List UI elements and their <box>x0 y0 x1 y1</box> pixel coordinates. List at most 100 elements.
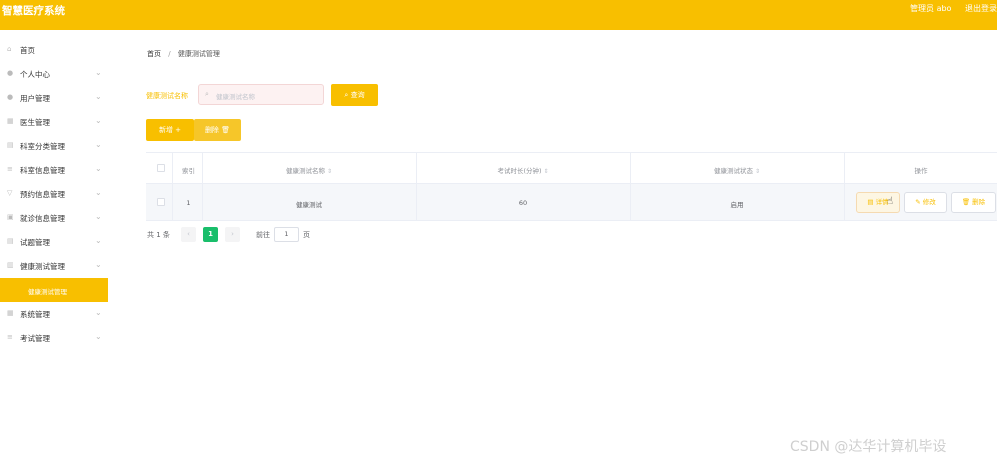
doc-icon: ▤ <box>7 141 14 149</box>
pagination-total: 共 1 条 <box>147 231 170 239</box>
add-button-label: 新增 <box>158 126 173 134</box>
sort-icon[interactable]: ⇕ <box>755 168 760 175</box>
sidebar-item-label: 就诊信息管理 <box>20 214 65 223</box>
delete-button[interactable]: 删除 🗑 <box>194 119 241 141</box>
doc-icon: ▤ <box>867 198 874 206</box>
sidebar-item-personal-center[interactable]: ● 个人中心 ⌄ <box>0 62 108 86</box>
select-all-checkbox[interactable] <box>157 164 165 172</box>
sidebar-item-health-test-group[interactable]: ▥ 健康测试管理 ⌄ <box>0 254 108 278</box>
sidebar-item-label: 医生管理 <box>20 118 50 127</box>
sidebar-item-department-info[interactable]: ≡ 科室信息管理 ⌄ <box>0 158 108 182</box>
column-divider <box>172 153 173 221</box>
chevron-down-icon: ⌄ <box>95 332 102 341</box>
chevron-down-icon: ⌄ <box>95 68 102 77</box>
row-name: 健康测试 <box>296 201 322 209</box>
sidebar-item-question-bank[interactable]: ▤ 试题管理 ⌄ <box>0 230 108 254</box>
edit-icon: ✎ <box>915 198 921 206</box>
column-operations: 操作 <box>914 167 928 175</box>
search-input[interactable]: ⌕ 健康测试名称 <box>198 84 324 105</box>
user-area: 管理员 abo 退出登录 <box>899 3 997 14</box>
row-checkbox[interactable] <box>157 198 165 206</box>
sidebar-item-health-test-active[interactable]: 健康测试管理 <box>0 278 108 302</box>
calendar-icon: ▣ <box>7 213 14 221</box>
watermark: CSDN @达华计算机毕设 <box>790 439 947 455</box>
sidebar-item-label: 个人中心 <box>20 70 50 79</box>
sidebar-item-label: 系统管理 <box>20 310 50 319</box>
app-title: 智慧医疗系统 <box>2 5 65 17</box>
column-divider <box>202 153 203 221</box>
chevron-down-icon: ⌄ <box>95 212 102 221</box>
trash-icon: 🗑 <box>221 126 231 134</box>
sidebar-item-label: 首页 <box>20 46 35 55</box>
sidebar-item-home[interactable]: ⌂ 首页 <box>0 38 108 62</box>
search-icon: ⌕ <box>205 90 209 98</box>
sidebar-item-visit-info[interactable]: ▣ 就诊信息管理 ⌄ <box>0 206 108 230</box>
column-divider <box>844 153 845 221</box>
list-icon: ≡ <box>7 165 13 173</box>
home-icon: ⌂ <box>7 45 12 53</box>
sidebar-item-label: 考试管理 <box>20 334 50 343</box>
grid-icon: ▦ <box>7 117 14 125</box>
column-status-label: 健康测试状态 <box>713 167 753 175</box>
sidebar-item-appointment[interactable]: ▽ 预约信息管理 ⌄ <box>0 182 108 206</box>
search-placeholder: 健康测试名称 <box>216 93 255 101</box>
chevron-down-icon: ⌄ <box>95 164 102 173</box>
chevron-down-icon: ⌄ <box>95 188 102 197</box>
breadcrumb-current: 健康测试管理 <box>177 50 220 58</box>
column-duration-label: 考试时长(分钟) <box>497 167 542 175</box>
next-page-button[interactable]: › <box>225 227 240 242</box>
remove-button[interactable]: 🗑 删除 <box>951 192 996 213</box>
sort-icon[interactable]: ⇕ <box>327 168 332 175</box>
sort-icon[interactable]: ⇕ <box>544 168 549 175</box>
column-status[interactable]: 健康测试状态 ⇕ <box>631 165 843 175</box>
logout-button[interactable]: 退出登录 <box>965 4 997 13</box>
data-table: 索引 健康测试名称 ⇕ 考试时长(分钟) ⇕ 健康测试状态 ⇕ 操作 1 健康测试 6… <box>146 152 997 221</box>
column-divider <box>630 153 631 221</box>
table-header: 索引 健康测试名称 ⇕ 考试时长(分钟) ⇕ 健康测试状态 ⇕ 操作 <box>146 153 997 184</box>
page-unit-label: 页 <box>303 231 310 239</box>
edit-button[interactable]: ✎ 修改 <box>904 192 947 213</box>
query-button[interactable]: ⌕ 查询 <box>331 84 378 106</box>
user-icon: ● <box>7 69 14 77</box>
remove-button-label: 删除 <box>972 198 986 206</box>
sidebar-item-department-category[interactable]: ▤ 科室分类管理 ⌄ <box>0 134 108 158</box>
goto-page-input[interactable]: 1 <box>274 227 299 242</box>
sidebar-item-label: 用户管理 <box>20 94 50 103</box>
search-label: 健康测试名称 <box>146 92 188 100</box>
goto-label: 前往 <box>256 231 270 239</box>
sidebar-item-system-management[interactable]: ▦ 系统管理 ⌄ <box>0 302 108 326</box>
chevron-down-icon: ⌄ <box>95 236 102 245</box>
hand-cursor-icon: ☝ <box>887 196 894 207</box>
column-index: 索引 <box>182 167 195 175</box>
edit-button-label: 修改 <box>922 198 936 206</box>
page-1-button[interactable]: 1 <box>203 227 218 242</box>
column-divider <box>416 153 417 221</box>
sidebar-item-label: 健康测试管理 <box>28 288 67 296</box>
column-name-label: 健康测试名称 <box>285 167 325 175</box>
column-duration[interactable]: 考试时长(分钟) ⇕ <box>417 165 629 175</box>
list-icon: ≡ <box>7 333 13 341</box>
column-name[interactable]: 健康测试名称 ⇕ <box>203 165 415 175</box>
sidebar-item-user-management[interactable]: ● 用户管理 ⌄ <box>0 86 108 110</box>
query-button-label: 查询 <box>350 91 365 99</box>
sidebar-item-doctor-management[interactable]: ▦ 医生管理 ⌄ <box>0 110 108 134</box>
search-icon: ⌕ <box>344 91 349 99</box>
chevron-down-icon: ⌄ <box>95 92 102 101</box>
row-duration: 60 <box>518 199 528 207</box>
sidebar-item-label: 试题管理 <box>20 238 50 247</box>
row-status: 启用 <box>730 201 744 209</box>
sidebar-item-label: 科室信息管理 <box>20 166 65 175</box>
detail-button[interactable]: ▤ 详情 <box>856 192 900 213</box>
doc-icon: ▤ <box>7 237 14 245</box>
chart-icon: ▥ <box>7 261 14 269</box>
chevron-down-icon: ⌄ <box>95 308 102 317</box>
chevron-down-icon: ⌄ <box>95 140 102 149</box>
users-icon: ● <box>7 93 14 101</box>
breadcrumb-home[interactable]: 首页 <box>147 50 161 58</box>
add-button[interactable]: 新增 + <box>146 119 194 141</box>
sidebar-item-exam-management[interactable]: ≡ 考试管理 ⌄ <box>0 326 108 350</box>
breadcrumb-separator: / <box>168 50 171 58</box>
prev-page-button[interactable]: ‹ <box>181 227 196 242</box>
filter-icon: ▽ <box>7 189 13 197</box>
delete-button-label: 删除 <box>204 126 219 134</box>
